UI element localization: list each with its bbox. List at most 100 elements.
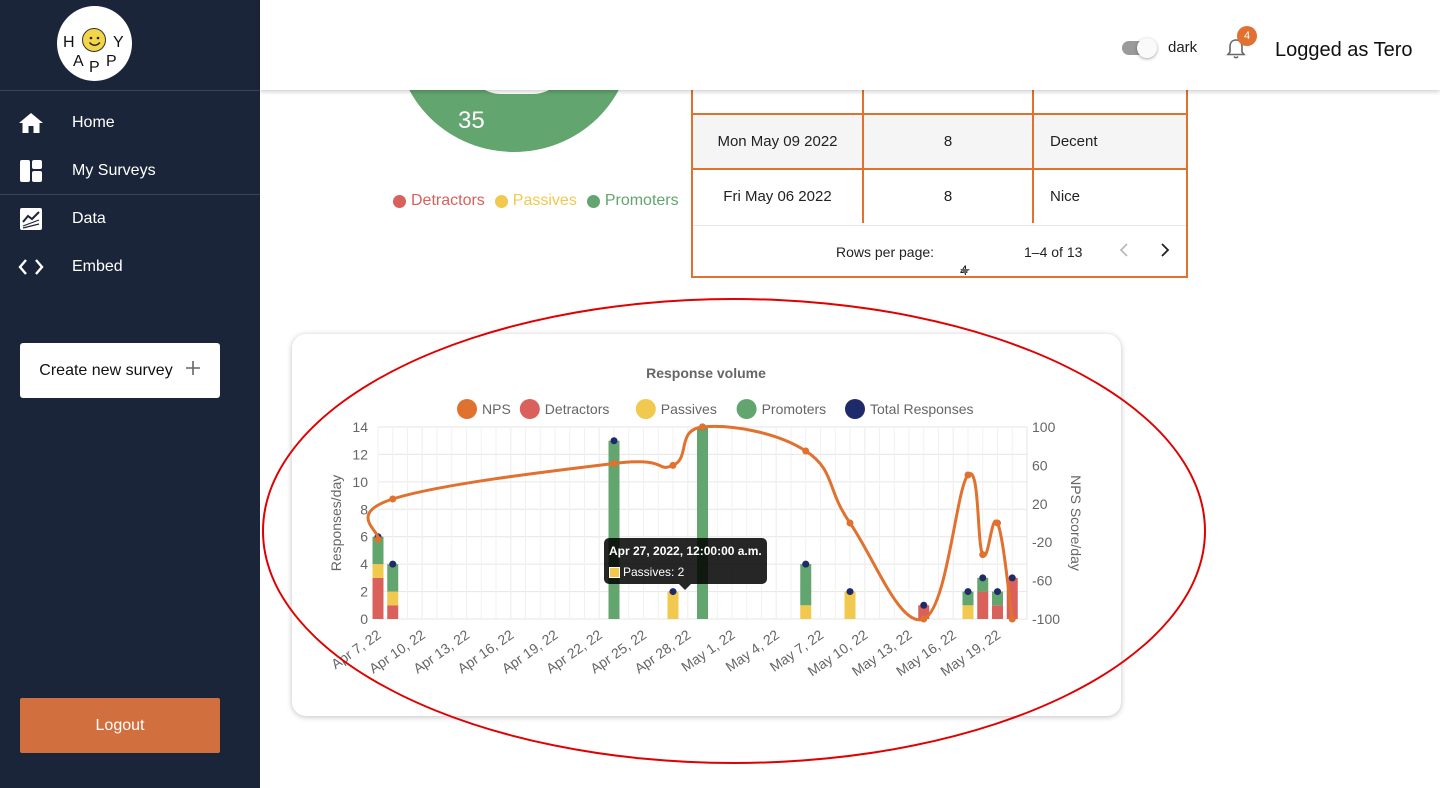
tooltip-caret (679, 584, 691, 590)
page-range: 1–4 of 13 (1024, 244, 1083, 260)
bar-promoters (387, 564, 399, 592)
comment-cell: Decent (1050, 133, 1098, 150)
nav-data-label: Data (72, 210, 106, 227)
nps-point (979, 551, 987, 559)
total-responses-point (979, 574, 987, 582)
total-responses-point (1008, 574, 1016, 582)
home-icon (18, 110, 44, 136)
total-responses-point (994, 588, 1001, 596)
y-axis-title: Responses/day (328, 475, 344, 572)
y-tick-label: 10 (352, 474, 368, 490)
y2-tick-label: 20 (1032, 496, 1048, 512)
logout-button[interactable]: Logout (20, 698, 220, 753)
pie-value-label: 35 (458, 107, 485, 134)
y2-tick-label: -20 (1032, 534, 1052, 550)
comment-cell: Nice (1050, 188, 1081, 205)
table-row[interactable]: Mon May 09 2022 8 Decent (693, 113, 1186, 168)
total-responses-point (802, 560, 810, 568)
next-page-icon[interactable] (1160, 242, 1170, 261)
happy-logo[interactable]: H Y A P P (57, 6, 132, 81)
dashboard-icon (18, 158, 44, 184)
legend-dot (845, 399, 865, 419)
pie-legend-item[interactable]: Promoters (586, 192, 679, 210)
nav-my-surveys[interactable]: My Surveys (0, 147, 260, 195)
legend-label: Detractors (545, 401, 610, 417)
nav-embed[interactable]: Embed (0, 243, 260, 291)
theme-label: dark (1168, 39, 1198, 56)
legend-dot (736, 399, 757, 419)
y-tick-label: 0 (360, 611, 368, 627)
legend-label: Promoters (604, 192, 679, 209)
nav-data[interactable]: Data (0, 195, 260, 243)
bar-passives (372, 564, 384, 578)
create-survey-button[interactable]: Create new survey (20, 343, 220, 398)
dropdown-arrow-icon (960, 262, 970, 278)
bar-detractors (387, 605, 399, 619)
smiley-icon (82, 28, 106, 52)
y-tick-label: 14 (352, 419, 368, 435)
tooltip-title: Apr 27, 2022, 12:00:00 a.m. (609, 544, 762, 558)
toggle-knob[interactable] (1137, 38, 1157, 58)
date-cell: Fri May 06 2022 (693, 170, 864, 223)
logout-label: Logout (95, 716, 145, 734)
y-tick-label: 4 (360, 556, 368, 572)
y-tick-label: 2 (360, 584, 368, 600)
total-responses-point (964, 588, 972, 596)
bar-passives (962, 605, 974, 619)
nps-point (994, 519, 1001, 527)
legend-dot (519, 399, 540, 419)
pie-legend-item[interactable]: Passives (494, 192, 577, 210)
theme-toggle[interactable] (1122, 38, 1157, 58)
total-responses-point (669, 588, 677, 596)
legend-dot (635, 399, 656, 419)
logo-area: H Y A P P (0, 0, 260, 91)
previous-page-icon[interactable] (1119, 242, 1129, 261)
y2-tick-label: -100 (1032, 611, 1060, 627)
y2-tick-label: 60 (1032, 457, 1048, 473)
value-cell: 8 (864, 115, 1034, 168)
y2-tick-label: -60 (1032, 573, 1052, 589)
nav-home[interactable]: Home (0, 99, 260, 147)
total-responses-point (610, 437, 618, 445)
bar-promoters (800, 564, 812, 606)
code-icon (18, 254, 44, 280)
pie-legend: Detractors Passives Promoters (393, 192, 679, 210)
table-pagination: Rows per page: 4 1–4 of 13 (693, 225, 1186, 278)
notification-badge: 4 (1237, 26, 1257, 46)
pie-legend-item[interactable]: Detractors (393, 192, 485, 210)
legend-label: Detractors (411, 192, 485, 209)
legend-dot (393, 194, 406, 208)
logo-letter: P (106, 53, 117, 70)
legend-dot (586, 194, 600, 208)
nps-point (964, 471, 972, 479)
logo-letter: Y (113, 34, 124, 51)
legend-label: NPS (482, 401, 511, 417)
total-responses-point (846, 588, 854, 596)
nps-point (699, 423, 706, 431)
top-bar: dark 4 Logged as Tero (260, 0, 1440, 90)
chart-tooltip: Apr 27, 2022, 12:00:00 a.m. Passives: 2 (604, 538, 767, 590)
table-row[interactable]: Fri May 06 2022 8 Nice (693, 168, 1186, 223)
bar-passives (800, 605, 812, 619)
tooltip-body: Passives: 2 (623, 565, 685, 579)
tooltip-body-row: Passives: 2 (609, 565, 684, 579)
chart-icon (18, 206, 44, 232)
bar-detractors (372, 577, 384, 619)
bar-detractors (977, 591, 989, 619)
plus-icon (185, 360, 201, 381)
value-cell: 8 (864, 170, 1034, 223)
nps-point (374, 535, 382, 543)
nps-point (389, 495, 397, 503)
nps-point (802, 447, 810, 455)
chart-title: Response volume (646, 365, 766, 381)
logo-letter: P (89, 59, 100, 76)
logo-letter: A (73, 53, 84, 70)
bar-passives (387, 591, 399, 606)
create-survey-label: Create new survey (39, 361, 173, 379)
y-tick-label: 12 (352, 446, 368, 462)
legend-dot (457, 399, 477, 419)
nps-point (669, 461, 677, 469)
bar-passives (667, 591, 679, 619)
y-tick-label: 6 (360, 529, 368, 545)
bar-passives (844, 591, 856, 619)
